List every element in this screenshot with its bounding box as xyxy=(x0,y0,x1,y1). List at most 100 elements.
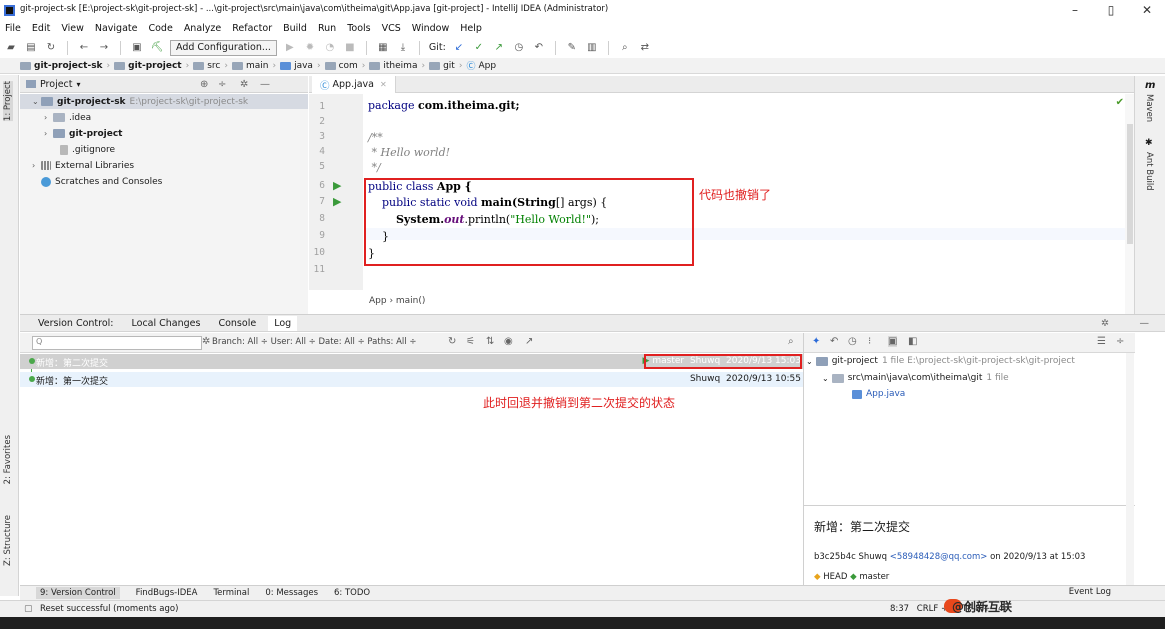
crumb-app[interactable]: Ⓒ App xyxy=(466,59,496,73)
tree-idea[interactable]: › .idea xyxy=(44,110,91,125)
minimize-button[interactable]: – xyxy=(1057,0,1093,20)
project-view-selector[interactable]: Project xyxy=(40,79,73,90)
crumb-java[interactable]: java xyxy=(280,61,313,71)
search-everywhere-icon[interactable]: ⌕ xyxy=(618,41,632,55)
history-icon[interactable]: ◷ xyxy=(848,336,857,347)
revert-icon[interactable]: ↶ xyxy=(830,336,838,347)
menu-tools[interactable]: Tools xyxy=(347,23,370,34)
tab-log[interactable]: Log xyxy=(268,315,298,331)
project-tool-tab[interactable]: 1: Project xyxy=(3,81,13,122)
git-update-icon[interactable]: ↙ xyxy=(452,41,466,55)
git-rollback-icon[interactable]: ↶ xyxy=(532,41,546,55)
git-push-icon[interactable]: ↗ xyxy=(492,41,506,55)
locate-icon[interactable]: ⊕ xyxy=(200,79,208,90)
save-all-icon[interactable]: ▤ xyxy=(24,41,38,55)
filter-settings-icon[interactable]: ✲ xyxy=(202,336,210,347)
menu-refactor[interactable]: Refactor xyxy=(232,23,272,34)
download-icon[interactable]: ⤓ xyxy=(396,41,410,55)
cherry-pick-icon[interactable]: ⚟ xyxy=(466,336,475,347)
crumb-git-project-sk[interactable]: git-project-sk xyxy=(20,61,103,71)
caret-position[interactable]: 8:37 xyxy=(890,604,909,614)
menu-window[interactable]: Window xyxy=(412,23,449,34)
structure-tool-tab[interactable]: Z: Structure xyxy=(3,515,13,566)
menu-navigate[interactable]: Navigate xyxy=(95,23,138,34)
menu-edit[interactable]: Edit xyxy=(32,23,50,34)
tree-root[interactable]: ⌄ git-project-sk E:\project-sk\git-proje… xyxy=(20,94,308,109)
vc-hide-icon[interactable]: — xyxy=(1140,318,1150,329)
tab-findbugs[interactable]: FindBugs-IDEA xyxy=(136,588,198,598)
menu-build[interactable]: Build xyxy=(283,23,307,34)
build-hammer-icon[interactable]: ⛏ xyxy=(150,41,164,55)
maximize-button[interactable]: ▯ xyxy=(1093,0,1129,20)
preview-icon[interactable]: ◧ xyxy=(908,336,917,347)
run-main-icon[interactable]: ▶ xyxy=(333,195,341,208)
tab-version-control[interactable]: 9: Version Control xyxy=(36,587,120,599)
author-email-link[interactable]: <58948428@qq.com> xyxy=(890,552,988,562)
menu-view[interactable]: View xyxy=(61,23,84,34)
tab-terminal[interactable]: Terminal xyxy=(213,588,249,598)
changed-file-row[interactable]: App.java xyxy=(852,389,905,399)
editor-nav-breadcrumb[interactable]: App › main() xyxy=(369,296,425,306)
event-log-button[interactable]: Event Log xyxy=(1069,587,1111,597)
changed-package-row[interactable]: ⌄ src\main\java\com\itheima\git 1 file xyxy=(822,373,1009,383)
sync-icon[interactable]: ↻ xyxy=(44,41,58,55)
eye-icon[interactable]: ◉ xyxy=(504,336,513,347)
log-search-input[interactable]: Q xyxy=(32,336,202,350)
details-divider[interactable] xyxy=(804,505,1135,506)
menu-vcs[interactable]: VCS xyxy=(382,23,401,34)
back-icon[interactable]: ← xyxy=(77,41,91,55)
tab-todo[interactable]: 6: TODO xyxy=(334,588,370,598)
git-history-icon[interactable]: ◷ xyxy=(512,41,526,55)
coverage-icon[interactable]: ◔ xyxy=(323,41,337,55)
menu-help[interactable]: Help xyxy=(460,23,482,34)
tree-scratches[interactable]: Scratches and Consoles xyxy=(41,174,162,189)
sort-icon[interactable]: ⇅ xyxy=(486,336,494,347)
code-editor[interactable]: 1 2 3 4 5 6 7 8 9 10 11 ▶ ▶ package com.… xyxy=(309,94,1134,314)
git-commit-icon[interactable]: ✓ xyxy=(472,41,486,55)
menu-file[interactable]: File xyxy=(5,23,21,34)
stop-icon[interactable]: ■ xyxy=(343,41,357,55)
expand-all-icon[interactable]: ☰ xyxy=(1097,336,1106,347)
hide-panel-icon[interactable]: — xyxy=(260,79,270,90)
maven-tool-tab[interactable]: Maven xyxy=(1144,94,1154,122)
translate-icon[interactable]: ⇄ xyxy=(638,41,652,55)
log-filters[interactable]: Branch: All ÷ User: All ÷ Date: All ÷ Pa… xyxy=(212,337,416,347)
crumb-git[interactable]: git xyxy=(429,61,455,71)
log-search-icon[interactable]: ⌕ xyxy=(788,336,794,347)
editor-scrollbar[interactable] xyxy=(1125,94,1134,314)
commit-row[interactable]: 新增：第一次提交 Shuwq 2020/9/13 10:55 xyxy=(20,372,803,387)
debug-icon[interactable]: ✹ xyxy=(303,41,317,55)
run-icon[interactable]: ▶ xyxy=(283,41,297,55)
show-diff-icon[interactable]: ✦ xyxy=(812,336,820,347)
close-button[interactable]: ✕ xyxy=(1129,0,1165,20)
settings-gear-icon[interactable]: ✲ xyxy=(240,79,248,90)
project-icon[interactable]: ▥ xyxy=(585,41,599,55)
changed-module-row[interactable]: ⌄ git-project 1 file E:\project-sk\git-p… xyxy=(806,356,1075,366)
layout-icon[interactable]: ▣ xyxy=(888,336,898,347)
status-toggle-icon[interactable]: ▢ xyxy=(24,604,33,614)
tree-module[interactable]: › git-project xyxy=(44,126,122,141)
details-scrollbar[interactable] xyxy=(1126,353,1134,586)
project-structure-icon[interactable]: ▦ xyxy=(376,41,390,55)
tree-gitignore[interactable]: .gitignore xyxy=(60,142,115,157)
commit-row[interactable]: 新增：第二次提交 ▶ master Shuwq 2020/9/13 15:03 xyxy=(20,354,803,369)
tab-app-java[interactable]: Ⓒ App.java ✕ xyxy=(312,76,396,93)
menu-analyze[interactable]: Analyze xyxy=(184,23,221,34)
vc-settings-icon[interactable]: ✲ xyxy=(1101,318,1109,329)
tab-messages[interactable]: 0: Messages xyxy=(265,588,318,598)
favorites-tool-tab[interactable]: 2: Favorites xyxy=(3,435,13,484)
run-class-icon[interactable]: ▶ xyxy=(333,179,341,192)
collapse-icon[interactable]: ÷ xyxy=(218,79,226,90)
chevron-right-icon[interactable]: › xyxy=(44,113,53,122)
add-configuration-button[interactable]: Add Configuration... xyxy=(170,39,277,56)
menu-run[interactable]: Run xyxy=(318,23,336,34)
open-folder-icon[interactable]: ▰ xyxy=(4,41,18,55)
crumb-src[interactable]: src xyxy=(193,61,220,71)
refresh-icon[interactable]: ↻ xyxy=(448,336,456,347)
chevron-right-icon[interactable]: › xyxy=(32,161,41,170)
structure-icon[interactable]: ▣ xyxy=(130,41,144,55)
tree-external-libraries[interactable]: › External Libraries xyxy=(32,158,134,173)
chevron-down-icon[interactable]: ⌄ xyxy=(32,97,41,106)
ant-build-tool-tab[interactable]: Ant Build xyxy=(1144,152,1154,191)
settings-wrench-icon[interactable]: ✎ xyxy=(565,41,579,55)
